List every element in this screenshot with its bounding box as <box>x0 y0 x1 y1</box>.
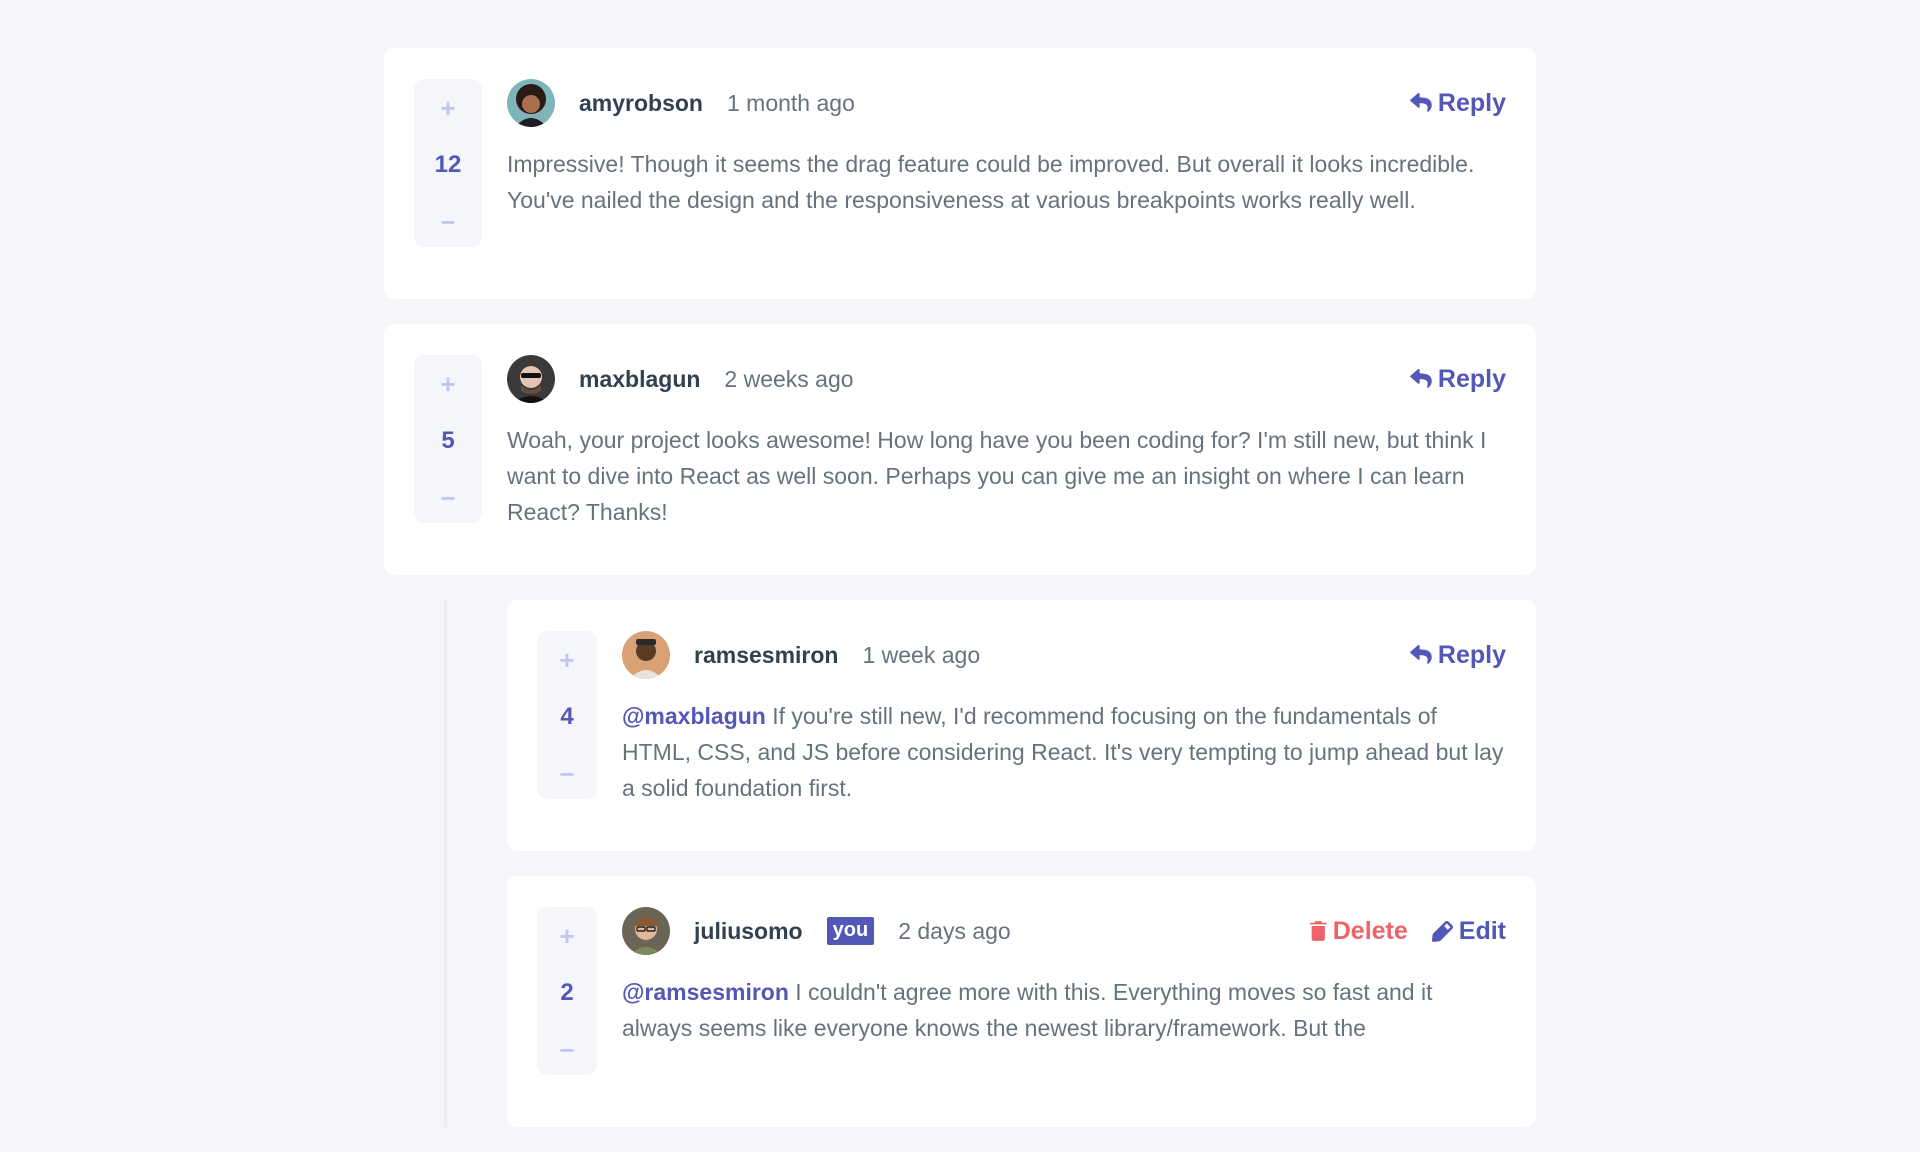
comment-text: Woah, your project looks awesome! How lo… <box>507 427 1487 525</box>
reply-label: Reply <box>1437 640 1506 669</box>
username[interactable]: juliusomo <box>694 918 803 945</box>
comments-section: + 12 − amyrobson 1 month ago Reply Impre… <box>384 48 1536 1152</box>
reply-button[interactable]: Reply <box>1410 365 1506 394</box>
comment-content: maxblagun 2 weeks ago Reply Woah, your p… <box>507 355 1506 530</box>
upvote-button[interactable]: + <box>559 647 574 673</box>
reply-label: Reply <box>1437 364 1506 393</box>
comment-text: Impressive! Though it seems the drag fea… <box>507 151 1475 213</box>
vote-control: + 12 − <box>414 79 482 247</box>
downvote-button[interactable]: − <box>559 761 574 787</box>
timestamp: 1 month ago <box>726 89 855 116</box>
vote-control: + 5 − <box>414 355 482 523</box>
comment-header: ramsesmiron 1 week ago Reply <box>622 631 1506 679</box>
reply-label: Reply <box>1437 88 1506 117</box>
vote-control: + 2 − <box>537 907 597 1075</box>
comment-content: ramsesmiron 1 week ago Reply @maxblagun … <box>622 631 1506 806</box>
vote-score: 2 <box>560 979 574 1006</box>
avatar <box>507 79 555 127</box>
comment-text: @ramsesmiron I couldn't agree more with … <box>622 974 1506 1046</box>
timestamp: 1 week ago <box>862 641 981 668</box>
reply-icon <box>1410 645 1432 664</box>
edit-label: Edit <box>1458 916 1506 945</box>
comment-card: + 5 − maxblagun 2 weeks ago Reply Woah, … <box>384 324 1536 575</box>
upvote-button[interactable]: + <box>440 371 455 397</box>
vote-score: 5 <box>441 427 455 454</box>
comment-content: juliusomo you 2 days ago Delete Edit @ra… <box>622 907 1506 1046</box>
vote-score: 4 <box>560 703 574 730</box>
you-badge: you <box>826 917 875 945</box>
comment-header: juliusomo you 2 days ago Delete Edit <box>622 907 1506 955</box>
comment-header: maxblagun 2 weeks ago Reply <box>507 355 1506 403</box>
downvote-button[interactable]: − <box>559 1037 574 1063</box>
delete-button[interactable]: Delete <box>1309 916 1408 946</box>
reply-button[interactable]: Reply <box>1410 641 1506 670</box>
comment-content: amyrobson 1 month ago Reply Impressive! … <box>507 79 1506 218</box>
own-reply-card: + 2 − juliusomo you 2 days ago Delete Ed… <box>507 876 1536 1127</box>
username[interactable]: ramsesmiron <box>694 642 838 669</box>
upvote-button[interactable]: + <box>559 923 574 949</box>
comment-text: @maxblagun If you're still new, I'd reco… <box>622 698 1506 806</box>
comment-header: amyrobson 1 month ago Reply <box>507 79 1506 127</box>
downvote-button[interactable]: − <box>440 485 455 511</box>
reply-icon <box>1410 93 1432 112</box>
edit-button[interactable]: Edit <box>1431 916 1506 946</box>
downvote-button[interactable]: − <box>440 209 455 235</box>
pencil-icon <box>1431 920 1453 942</box>
comment-card: + 12 − amyrobson 1 month ago Reply Impre… <box>384 48 1536 299</box>
reply-button[interactable]: Reply <box>1410 89 1506 118</box>
trash-icon <box>1309 921 1327 941</box>
comment-actions: Reply <box>1410 641 1506 670</box>
mention-link[interactable]: @maxblagun <box>622 703 766 729</box>
comment-actions: Reply <box>1410 365 1506 394</box>
comment-actions: Delete Edit <box>1309 916 1506 946</box>
thread-line <box>444 600 447 1127</box>
vote-control: + 4 − <box>537 631 597 799</box>
avatar <box>622 631 670 679</box>
comment-actions: Reply <box>1410 89 1506 118</box>
avatar <box>507 355 555 403</box>
username[interactable]: maxblagun <box>579 366 700 393</box>
username[interactable]: amyrobson <box>579 90 703 117</box>
timestamp: 2 days ago <box>898 917 1011 944</box>
upvote-button[interactable]: + <box>440 95 455 121</box>
reply-thread: + 4 − ramsesmiron 1 week ago Reply @maxb… <box>384 600 1536 1127</box>
avatar <box>622 907 670 955</box>
vote-score: 12 <box>434 151 462 178</box>
delete-label: Delete <box>1332 916 1408 945</box>
timestamp: 2 weeks ago <box>724 365 854 392</box>
reply-card: + 4 − ramsesmiron 1 week ago Reply @maxb… <box>507 600 1536 851</box>
mention-link[interactable]: @ramsesmiron <box>622 979 789 1005</box>
reply-icon <box>1410 369 1432 388</box>
